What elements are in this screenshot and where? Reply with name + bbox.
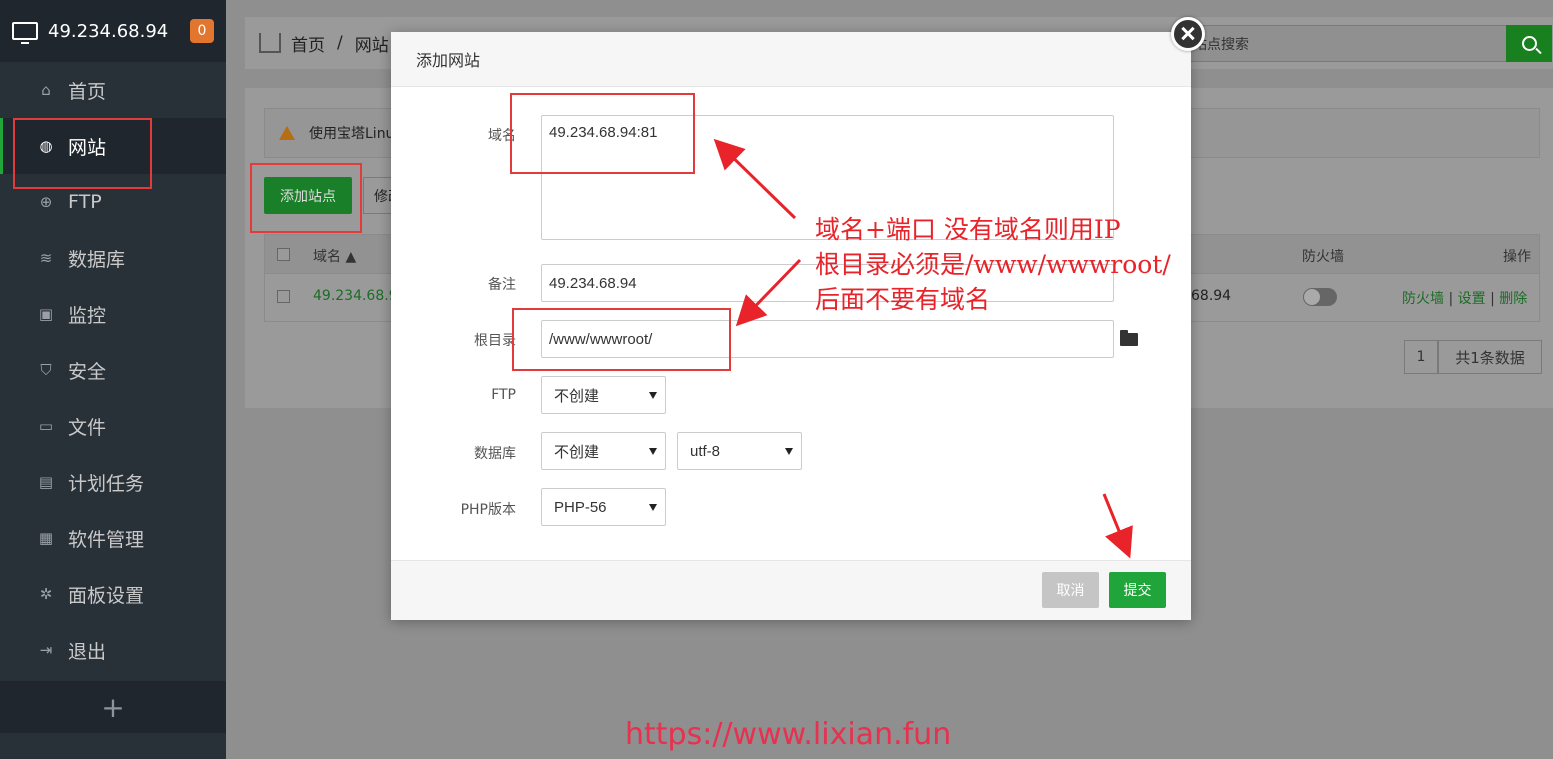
annotation-line-1: 域名+端口 没有域名则用IP xyxy=(815,215,1121,244)
arrow-to-submit xyxy=(1102,493,1133,559)
annotation-line-3: 后面不要有域名 xyxy=(815,285,991,314)
annotation-note: 域名+端口 没有域名则用IP 根目录必须是/www/wwwroot/ 后面不要有… xyxy=(815,212,1171,317)
watermark-url: https://www.lixian.fun xyxy=(625,717,952,752)
annotation-arrows xyxy=(713,138,1133,559)
annotation-line-2: 根目录必须是/www/wwwroot/ xyxy=(815,250,1171,279)
arrow-to-root-dir xyxy=(735,258,802,327)
arrow-to-domain xyxy=(713,138,797,220)
